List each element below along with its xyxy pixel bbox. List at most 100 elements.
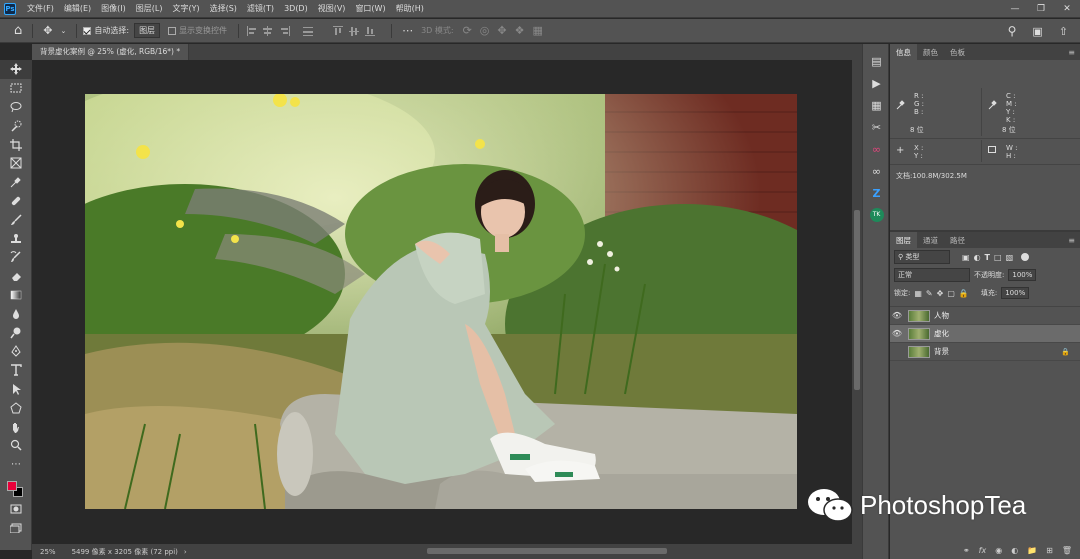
menu-edit[interactable]: 编辑(E) (59, 3, 96, 14)
layer-row[interactable]: 👁 人物 (890, 307, 1080, 325)
3d-slide-icon[interactable]: ❖ (515, 24, 525, 37)
plugin-one-icon[interactable]: ∞ (863, 138, 890, 160)
3d-scale-icon[interactable]: ▦ (532, 24, 542, 37)
search-icon[interactable]: ⚲ (1008, 24, 1017, 38)
lock-position-icon[interactable]: ✥ (937, 289, 944, 298)
marquee-tool-icon[interactable] (0, 79, 32, 98)
zoom-level[interactable]: 25% (40, 548, 56, 556)
layer-name[interactable]: 虚化 (934, 328, 949, 339)
pen-tool-icon[interactable] (0, 342, 32, 361)
color-swatches[interactable] (0, 474, 32, 500)
eyedropper-tool-icon[interactable] (0, 173, 32, 192)
menu-help[interactable]: 帮助(H) (391, 3, 429, 14)
filter-adjust-icon[interactable]: ◐ (974, 253, 981, 262)
tab-channels[interactable]: 通道 (917, 232, 944, 248)
hand-tool-icon[interactable] (0, 417, 32, 436)
path-select-tool-icon[interactable] (0, 380, 32, 399)
menu-layer[interactable]: 图层(L) (131, 3, 168, 14)
vertical-scroll-thumb[interactable] (854, 210, 860, 390)
layer-thumbnail[interactable] (908, 345, 930, 358)
layers-panel-menu-icon[interactable]: ≡ (1068, 236, 1075, 245)
add-mask-icon[interactable]: ◉ (995, 546, 1002, 555)
restore-icon[interactable]: ❐ (1028, 0, 1054, 18)
zoom-tool-icon[interactable] (0, 436, 32, 455)
link-layers-icon[interactable]: ⚭ (963, 546, 970, 555)
close-icon[interactable]: ✕ (1054, 0, 1080, 18)
quick-select-tool-icon[interactable] (0, 116, 32, 135)
horizontal-scroll-thumb[interactable] (427, 548, 667, 554)
menu-select[interactable]: 选择(S) (205, 3, 242, 14)
brush-tool-icon[interactable] (0, 210, 32, 229)
auto-select-checkbox[interactable] (83, 26, 92, 35)
align-icons[interactable] (245, 25, 385, 37)
blur-tool-icon[interactable] (0, 304, 32, 323)
group-folder-icon[interactable]: 📁 (1027, 546, 1037, 555)
filter-shape-icon[interactable]: □ (994, 253, 1002, 262)
quick-mask-icon[interactable] (0, 500, 32, 519)
panel-menu-icon[interactable]: ≡ (1068, 48, 1075, 57)
delete-layer-icon[interactable]: 🗑 (1062, 546, 1072, 555)
menu-window[interactable]: 窗口(W) (350, 3, 390, 14)
edit-toolbar-icon[interactable]: ⋯ (0, 455, 32, 474)
actions-play-icon[interactable]: ▶ (863, 72, 890, 94)
layer-thumbnail[interactable] (908, 327, 930, 340)
home-icon[interactable]: ⌂ (14, 23, 22, 38)
auto-select-dropdown[interactable]: 图层 (134, 23, 161, 38)
lock-pixels-icon[interactable]: ✎ (926, 289, 933, 298)
move-tool-icon[interactable]: ✥ (43, 24, 52, 37)
crop-tool-icon[interactable] (0, 135, 32, 154)
workspace-icon[interactable]: ▣ (1032, 25, 1042, 38)
plugin-two-icon[interactable]: ∞ (863, 160, 890, 182)
frame-tool-icon[interactable] (0, 154, 32, 173)
lock-artboard-icon[interactable]: ▢ (947, 289, 955, 298)
share-icon[interactable]: ⇧ (1059, 25, 1068, 38)
status-menu-icon[interactable]: › (184, 548, 187, 556)
eraser-tool-icon[interactable] (0, 267, 32, 286)
layer-thumbnail[interactable] (908, 309, 930, 322)
filter-toggle-icon[interactable] (1021, 253, 1030, 261)
move-tool-icon[interactable] (0, 60, 32, 79)
tab-swatches[interactable]: 色板 (944, 44, 971, 60)
minimize-icon[interactable]: — (1002, 0, 1028, 18)
tab-paths[interactable]: 路径 (944, 232, 971, 248)
healing-brush-tool-icon[interactable] (0, 192, 32, 211)
history-panel-icon[interactable]: ▤ (863, 50, 890, 72)
layer-name[interactable]: 人物 (934, 310, 949, 321)
lock-all-icon[interactable]: 🔒 (959, 289, 969, 298)
chevron-down-icon[interactable]: ⌄ (60, 27, 66, 35)
history-brush-tool-icon[interactable] (0, 248, 32, 267)
new-layer-icon[interactable]: ⊞ (1046, 546, 1053, 555)
canvas-area[interactable] (32, 60, 852, 544)
layer-row[interactable]: 👁 虚化 (890, 325, 1080, 343)
fx-icon[interactable]: fx (979, 546, 987, 555)
screen-mode-icon[interactable] (0, 518, 32, 537)
properties-panel-icon[interactable]: ▦ (863, 94, 890, 116)
more-options-icon[interactable]: ⋯ (402, 24, 413, 37)
menu-filter[interactable]: 滤镜(T) (242, 3, 279, 14)
menu-image[interactable]: 图像(I) (96, 3, 131, 14)
lasso-tool-icon[interactable] (0, 98, 32, 117)
tools-preset-icon[interactable]: ✂ (863, 116, 890, 138)
filter-pixel-icon[interactable]: ▣ (962, 253, 970, 262)
gradient-tool-icon[interactable] (0, 286, 32, 305)
menu-type[interactable]: 文字(Y) (167, 3, 204, 14)
adjustment-layer-icon[interactable]: ◐ (1011, 546, 1018, 555)
blend-mode-dropdown[interactable]: 正常 (894, 268, 970, 282)
visibility-eye-icon[interactable]: 👁 (890, 329, 904, 338)
type-tool-icon[interactable] (0, 361, 32, 380)
tab-info[interactable]: 信息 (890, 44, 917, 60)
foreground-color-swatch[interactable] (7, 480, 17, 491)
menu-view[interactable]: 视图(V) (313, 3, 351, 14)
plugin-tk-icon[interactable]: TK (863, 204, 890, 226)
3d-roll-icon[interactable]: ◎ (480, 24, 490, 37)
layer-filter-dropdown[interactable]: ⚲ 类型 (894, 250, 950, 264)
filter-smart-icon[interactable]: ▧ (1006, 253, 1014, 262)
transform-controls-checkbox[interactable] (168, 26, 177, 35)
document-tab[interactable]: 背景虚化案例 @ 25% (虚化, RGB/16*) * (32, 44, 190, 60)
3d-rotate-icon[interactable]: ⟳ (463, 24, 472, 37)
3d-pan-icon[interactable]: ✥ (497, 24, 506, 37)
opacity-input[interactable]: 100% (1008, 269, 1037, 281)
tab-color[interactable]: 颜色 (917, 44, 944, 60)
shape-tool-icon[interactable] (0, 398, 32, 417)
dodge-tool-icon[interactable] (0, 323, 32, 342)
